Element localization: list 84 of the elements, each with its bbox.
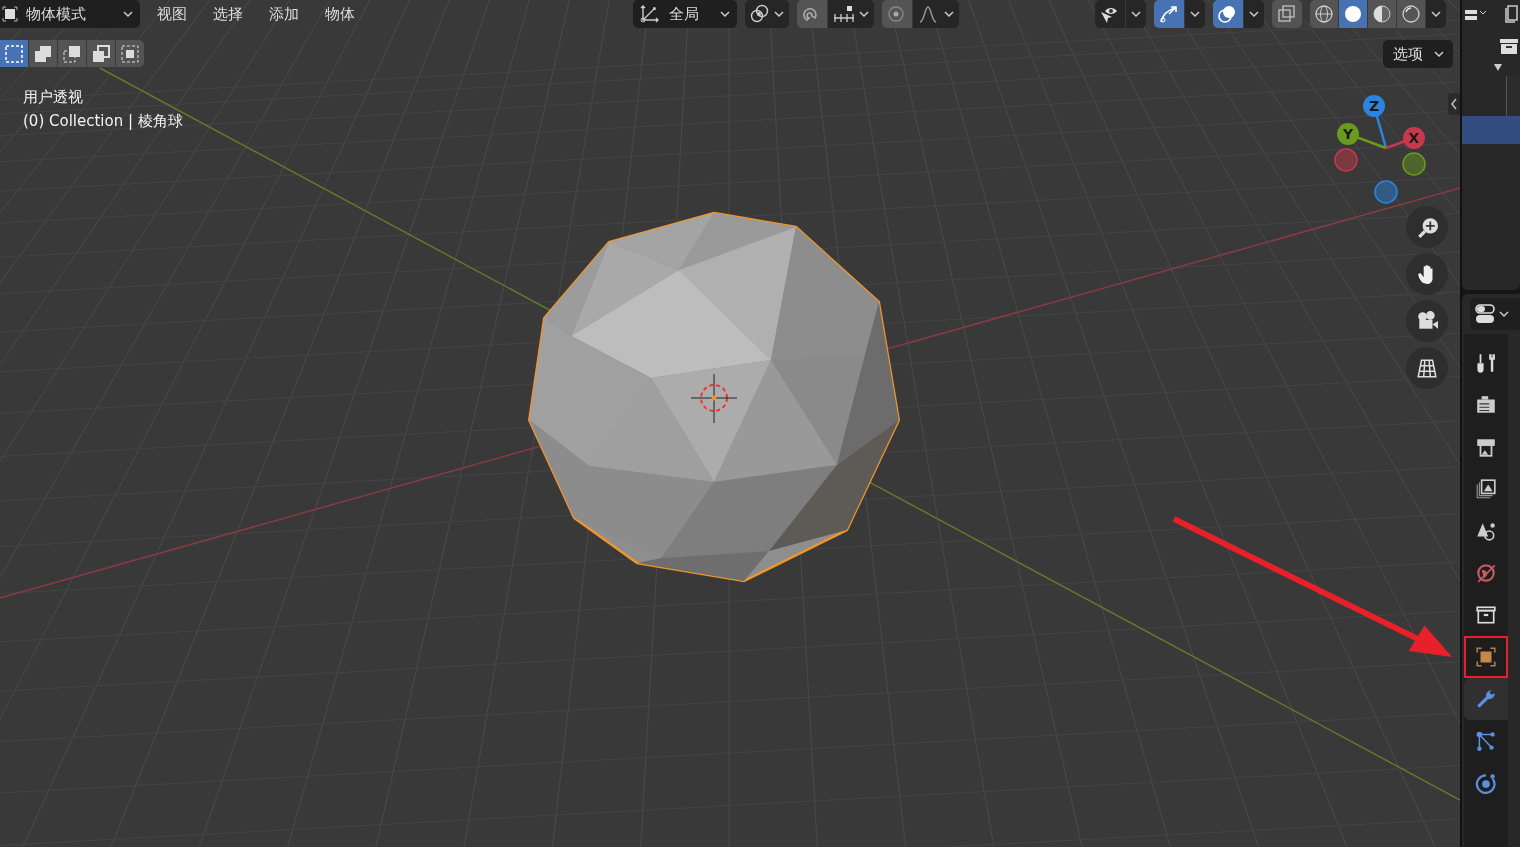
- solid-sphere-icon: [1343, 4, 1363, 24]
- selection-mode-button[interactable]: [58, 40, 86, 67]
- dropdown-button[interactable]: [1126, 0, 1146, 28]
- movie-camera-icon: [1416, 310, 1438, 332]
- selection-mode-button[interactable]: [29, 40, 57, 67]
- axis-label: Y: [1341, 125, 1355, 144]
- wireframe-shading-button[interactable]: [1310, 0, 1338, 28]
- caret-icon: [1433, 48, 1445, 60]
- sidebar-toggle[interactable]: [1448, 93, 1460, 115]
- proportional-toggle[interactable]: [881, 0, 912, 28]
- object-properties-tab[interactable]: [1464, 636, 1508, 678]
- xray-toggle[interactable]: [1272, 0, 1302, 28]
- xray-toggle-icon: [1276, 4, 1298, 24]
- chevron-left-icon: [1450, 98, 1458, 110]
- grid-plane-icon: [1416, 357, 1438, 379]
- options-dropdown[interactable]: 选项: [1383, 40, 1453, 68]
- printer-icon: [1475, 436, 1497, 458]
- solid-shading-button[interactable]: [1339, 0, 1367, 28]
- caret-icon: [1248, 8, 1260, 20]
- screwdriver-wrench-icon: [1475, 352, 1497, 374]
- intersect-selection-icon: [120, 43, 140, 64]
- rendered-sphere-icon: [1401, 4, 1421, 24]
- shading-dropdown[interactable]: [1426, 0, 1446, 28]
- toggle-switches-icon: [1474, 303, 1496, 325]
- particle-nodes-icon: [1475, 730, 1497, 752]
- image-stack-icon: [1475, 478, 1497, 500]
- axis-label: Z: [1367, 97, 1381, 116]
- transform-axes-icon: [638, 4, 661, 24]
- invert-selection-icon: [91, 43, 111, 64]
- selection-mode-button[interactable]: [0, 40, 28, 67]
- menu-item[interactable]: 物体: [316, 0, 364, 28]
- filter-toggle-icon: [1464, 9, 1487, 21]
- caret-icon: [1498, 308, 1510, 320]
- snap-increment-dropdown[interactable]: [827, 0, 874, 28]
- caret-icon: [718, 8, 731, 20]
- gizmo-arc-icon: [1158, 4, 1180, 24]
- collection-object-label: (0) Collection | 棱角球: [23, 111, 183, 132]
- caret-icon: [1430, 8, 1442, 20]
- snap-toggle[interactable]: [796, 0, 827, 28]
- dropdown-button[interactable]: [1244, 0, 1264, 28]
- archive-box-icon: [1475, 604, 1497, 626]
- extend-selection-icon: [33, 43, 53, 64]
- caret-icon: [1130, 8, 1142, 20]
- orientation-dropdown[interactable]: 全局: [632, 0, 737, 28]
- mode-dropdown[interactable]: 物体模式: [0, 0, 140, 28]
- caret-icon: [857, 8, 870, 20]
- axis-label: X: [1407, 129, 1421, 148]
- expand-triangle-icon: [1493, 62, 1503, 72]
- caret-icon: [772, 8, 785, 20]
- overlay-toggle[interactable]: [1213, 0, 1243, 28]
- pivot-dropdown[interactable]: [744, 0, 789, 28]
- selection-mode-button[interactable]: [116, 40, 144, 67]
- increment-ruler-icon: [831, 4, 856, 24]
- view-name: 用户透视: [23, 87, 84, 108]
- globe-icon: [1475, 562, 1497, 584]
- rendered-shading-button[interactable]: [1397, 0, 1425, 28]
- gizmo-toggle[interactable]: [1154, 0, 1184, 28]
- new-selection-icon: [4, 43, 24, 64]
- object-mode-icon: [2, 6, 18, 22]
- layers-icon: [1502, 4, 1518, 26]
- menu-item[interactable]: 视图: [148, 0, 196, 28]
- falloff-dropdown[interactable]: [912, 0, 959, 28]
- subtract-selection-icon: [62, 43, 82, 64]
- menu-item[interactable]: 选择: [204, 0, 252, 28]
- material-sphere-icon: [1372, 4, 1392, 24]
- 3d-cursor-icon: [690, 373, 738, 424]
- modifier-properties-tab[interactable]: [1464, 678, 1508, 720]
- visibility-toggle[interactable]: [1095, 0, 1125, 28]
- caret-icon: [1189, 8, 1201, 20]
- cone-sphere-icon: [1475, 520, 1497, 542]
- zoom-icon: [1416, 216, 1438, 238]
- selection-mode-button[interactable]: [87, 40, 115, 67]
- orbit-icon: [1475, 772, 1497, 794]
- pivot-point-icon: [748, 4, 771, 24]
- wireframe-sphere-icon: [1314, 4, 1334, 24]
- wrench-icon: [1475, 688, 1497, 710]
- editor-type-dropdown[interactable]: [1470, 298, 1520, 330]
- menu-item[interactable]: 添加: [260, 0, 308, 28]
- camera-back-icon: [1475, 394, 1497, 416]
- object-frame-icon: [1475, 646, 1497, 668]
- caret-icon: [942, 8, 955, 20]
- dropdown-button[interactable]: [1185, 0, 1205, 28]
- caret-icon: [122, 8, 134, 20]
- material-shading-button[interactable]: [1368, 0, 1396, 28]
